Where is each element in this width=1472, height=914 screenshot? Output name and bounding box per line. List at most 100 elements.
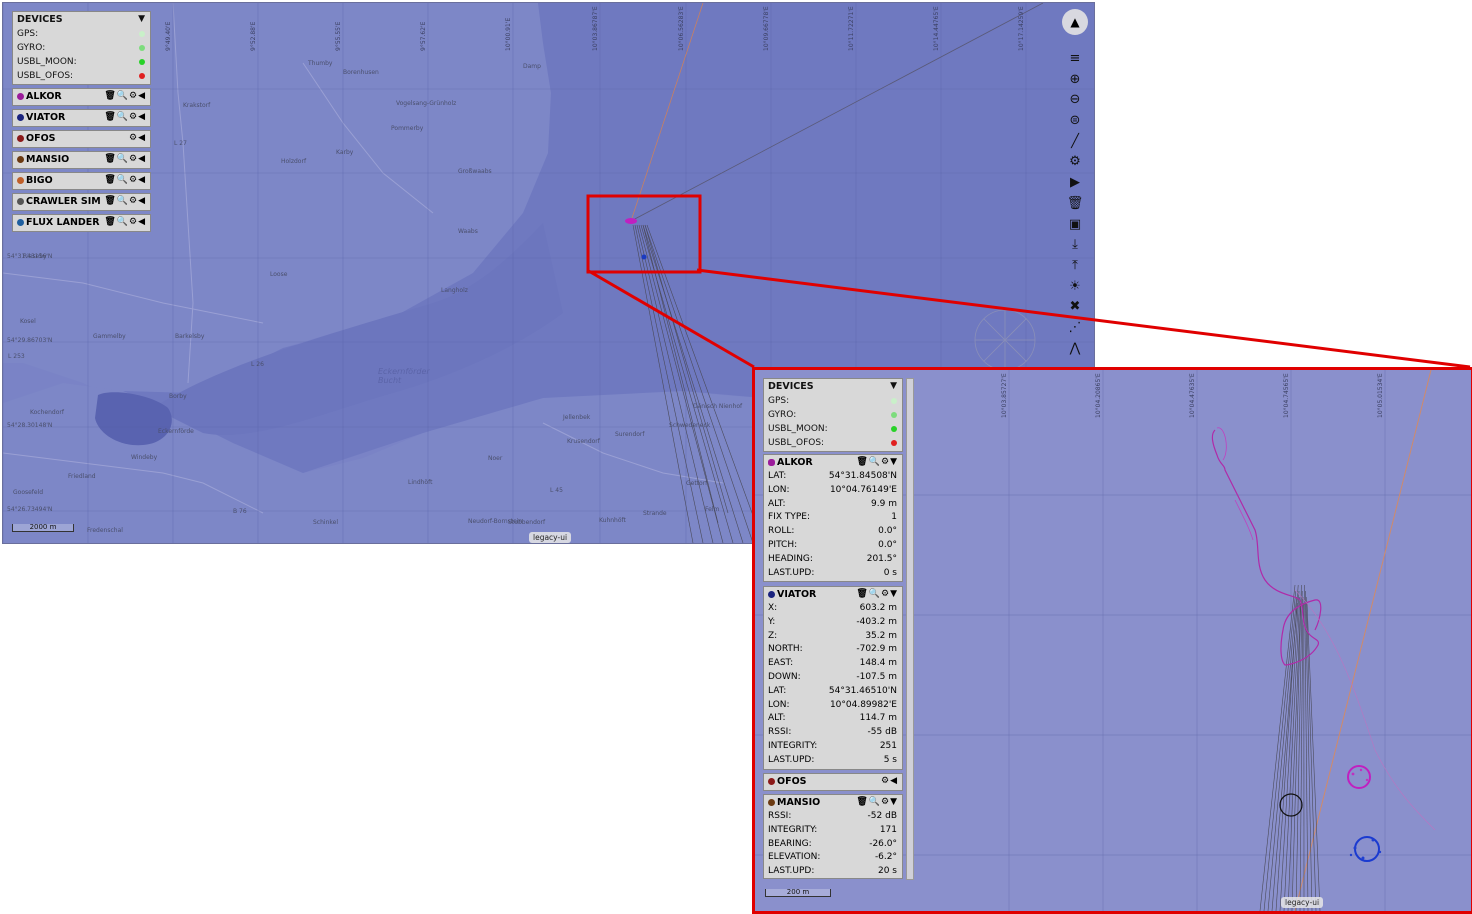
vessel-panel-viator[interactable]: VIATOR 🗑🔍⚙◀ xyxy=(12,109,151,127)
tools-icon[interactable]: ✖ xyxy=(1064,297,1086,318)
viator-marker[interactable] xyxy=(642,255,647,260)
viator-header[interactable]: VIATOR 🗑🔍⚙▼ xyxy=(764,587,902,602)
vessel-panel-mansio[interactable]: MANSIO 🗑🔍⚙◀ xyxy=(12,151,151,169)
vessel-color-icon xyxy=(17,135,24,142)
vessel-header[interactable]: VIATOR 🗑🔍⚙◀ xyxy=(13,110,150,125)
lon-label: 10°14.44765'E xyxy=(933,6,940,51)
telemetry-key: ALT: xyxy=(768,499,785,509)
viator-position-ring[interactable] xyxy=(1355,837,1379,861)
place-name: Fredenschal xyxy=(87,527,123,534)
place-name: L 253 xyxy=(8,353,25,360)
telemetry-row: Z: 35.2 m xyxy=(764,630,902,644)
telemetry-value: -403.2 m xyxy=(856,616,897,630)
zoom-in-icon[interactable]: ⊕ xyxy=(1064,70,1086,91)
device-row: USBL_MOON: xyxy=(764,422,902,436)
north-arrow-icon[interactable]: ▲ xyxy=(1062,9,1088,35)
alkor-position-ring[interactable] xyxy=(1348,766,1370,788)
alkor-header[interactable]: ALKOR 🗑🔍⚙▼ xyxy=(764,455,902,470)
zoomed-inset-map[interactable]: 10°03.85727'E10°04.20865'E10°04.47635'E1… xyxy=(752,367,1472,914)
inset-ofos-panel: OFOS ⚙◀ xyxy=(763,773,903,791)
telemetry-row: NORTH: -702.9 m xyxy=(764,643,902,657)
vessel-name: BIGO xyxy=(26,175,53,186)
place-name: Surendorf xyxy=(615,431,645,438)
alkor-marker[interactable] xyxy=(625,218,637,224)
alkor-track xyxy=(1212,430,1320,665)
telemetry-value: 251 xyxy=(880,740,897,754)
vessel-actions[interactable]: 🗑🔍⚙◀ xyxy=(104,110,146,125)
trash-icon[interactable]: 🗑 xyxy=(1064,194,1086,215)
place-name: Waabs xyxy=(458,228,478,235)
sun-icon[interactable]: ☀ xyxy=(1064,277,1086,298)
telemetry-row: PITCH: 0.0° xyxy=(764,539,902,553)
vessel-header[interactable]: BIGO 🗑🔍⚙◀ xyxy=(13,173,150,188)
scatter-icon[interactable]: ⋰ xyxy=(1064,318,1086,339)
vessel-actions[interactable]: 🗑🔍⚙◀ xyxy=(104,173,146,188)
place-name: L 27 xyxy=(174,140,187,147)
inset-devices-panel: DEVICES ▼ GPS: GYRO: USBL_MOON: USBL_OFO… xyxy=(763,378,903,452)
vessel-color-icon xyxy=(17,114,24,121)
vessel-panel-bigo[interactable]: BIGO 🗑🔍⚙◀ xyxy=(12,172,151,190)
vessel-panel-ofos[interactable]: OFOS ⚙◀ xyxy=(12,130,151,148)
mansio-actions[interactable]: 🗑🔍⚙▼ xyxy=(856,795,898,810)
ofos-header[interactable]: OFOS ⚙◀ xyxy=(764,774,902,789)
upload-icon[interactable]: ⤒ xyxy=(1064,256,1086,277)
place-name: Gammelby xyxy=(93,333,126,340)
vessel-header[interactable]: MANSIO 🗑🔍⚙◀ xyxy=(13,152,150,167)
device-status-dot xyxy=(139,73,145,79)
telemetry-key: RSSI: xyxy=(768,727,791,737)
chevron-down-icon[interactable]: ▼ xyxy=(138,12,146,27)
ofos-icon xyxy=(768,778,775,785)
devices-panel: DEVICES ▼ GPS: GYRO: USBL_MOON: USBL_OFO… xyxy=(12,11,151,85)
devices-header[interactable]: DEVICES ▼ xyxy=(13,12,150,27)
inset-viator-panel: VIATOR 🗑🔍⚙▼ X: 603.2 mY: -403.2 mZ: 35.2… xyxy=(763,586,903,770)
place-name: Damp xyxy=(523,63,541,70)
alkor-actions[interactable]: 🗑🔍⚙▼ xyxy=(856,455,898,470)
chevron-down-icon[interactable]: ▼ xyxy=(890,379,898,394)
ruler-icon[interactable]: ╱ xyxy=(1064,132,1086,153)
vessel-name: FLUX LANDER xyxy=(26,217,100,228)
play-icon[interactable]: ▶ xyxy=(1064,173,1086,194)
zoom-fit-icon[interactable]: ⊜ xyxy=(1064,111,1086,132)
vessel-header[interactable]: CRAWLER SIM 🗑🔍⚙◀ xyxy=(13,194,150,209)
inset-lon-label: 10°04.20865'E xyxy=(1095,373,1102,418)
mansio-header[interactable]: MANSIO 🗑🔍⚙▼ xyxy=(764,795,902,810)
path-icon[interactable]: ⋀ xyxy=(1064,339,1086,360)
vessel-actions[interactable]: 🗑🔍⚙◀ xyxy=(104,215,146,230)
vessel-header[interactable]: FLUX LANDER 🗑🔍⚙◀ xyxy=(13,215,150,230)
vessel-panel-alkor[interactable]: ALKOR 🗑🔍⚙◀ xyxy=(12,88,151,106)
download-icon[interactable]: ⤓ xyxy=(1064,235,1086,256)
telemetry-value: 0.0° xyxy=(878,539,897,553)
telemetry-key: NORTH: xyxy=(768,644,803,654)
vessel-actions[interactable]: 🗑🔍⚙◀ xyxy=(104,152,146,167)
telemetry-value: 35.2 m xyxy=(865,630,897,644)
vessel-panel-crawler-sim[interactable]: CRAWLER SIM 🗑🔍⚙◀ xyxy=(12,193,151,211)
inset-devices-header[interactable]: DEVICES ▼ xyxy=(764,379,902,394)
menu-icon[interactable]: ≡ xyxy=(1064,49,1086,70)
vessel-actions[interactable]: ⚙◀ xyxy=(129,131,146,146)
telemetry-row: BEARING: -26.0° xyxy=(764,838,902,852)
vessel-header[interactable]: OFOS ⚙◀ xyxy=(13,131,150,146)
telemetry-value: 54°31.84508'N xyxy=(829,470,897,484)
vessel-actions[interactable]: 🗑🔍⚙◀ xyxy=(104,89,146,104)
device-status-dot xyxy=(891,412,897,418)
legacy-ui-badge[interactable]: legacy-ui xyxy=(529,532,571,543)
telemetry-value: 10°04.89982'E xyxy=(830,699,897,713)
frame-icon[interactable]: ▣ xyxy=(1064,215,1086,236)
place-name: Krusendorf xyxy=(567,438,600,445)
lat-label: 54°29.86703'N xyxy=(7,337,52,344)
telemetry-key: LAST.UPD: xyxy=(768,568,814,578)
gear-icon[interactable]: ⚙ xyxy=(1064,152,1086,173)
vessel-panel-flux-lander[interactable]: FLUX LANDER 🗑🔍⚙◀ xyxy=(12,214,151,232)
panel-scrollbar[interactable] xyxy=(906,378,914,880)
telemetry-key: LAT: xyxy=(768,471,786,481)
alkor-track-tail xyxy=(1295,590,1435,830)
inset-legacy-ui-badge[interactable]: legacy-ui xyxy=(1281,897,1323,908)
ofos-actions[interactable]: ⚙◀ xyxy=(881,774,898,789)
place-name: Eckernförder Bucht xyxy=(378,367,428,385)
viator-actions[interactable]: 🗑🔍⚙▼ xyxy=(856,587,898,602)
telemetry-value: 54°31.46510'N xyxy=(829,685,897,699)
vessel-header[interactable]: ALKOR 🗑🔍⚙◀ xyxy=(13,89,150,104)
zoom-out-icon[interactable]: ⊖ xyxy=(1064,90,1086,111)
vessel-actions[interactable]: 🗑🔍⚙◀ xyxy=(104,194,146,209)
telemetry-value: 0.0° xyxy=(878,525,897,539)
